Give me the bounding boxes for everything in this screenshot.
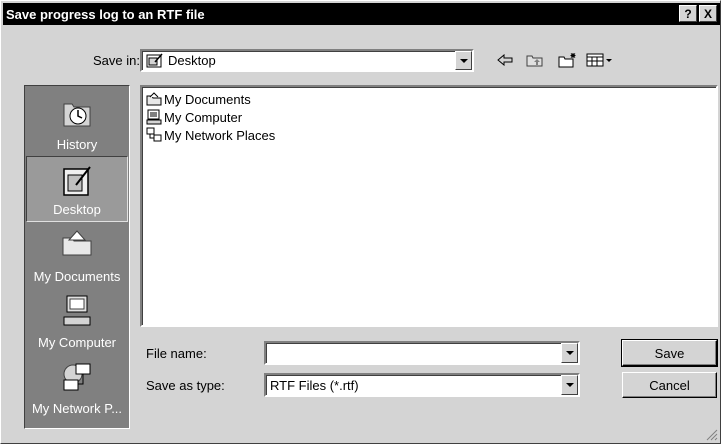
file-name-label: File name: [146, 346, 207, 361]
help-button[interactable]: ? [679, 5, 697, 22]
chevron-down-icon [565, 383, 574, 387]
save-as-type-label: Save as type: [146, 378, 225, 393]
file-list[interactable]: My Documents My Computer My Network Plac… [140, 85, 718, 327]
save-dialog: Save progress log to an RTF file ? X Sav… [0, 0, 721, 444]
places-bar: History Desktop My Documents My Computer… [24, 85, 130, 429]
new-folder-icon[interactable] [557, 51, 579, 69]
list-item[interactable]: My Documents [146, 91, 251, 107]
place-label: Desktop [53, 202, 101, 217]
save-in-dropdown-button[interactable] [455, 51, 472, 70]
save-in-label: Save in: [93, 53, 140, 68]
cancel-button[interactable]: Cancel [622, 372, 717, 398]
file-name-dropdown-button[interactable] [561, 343, 578, 363]
title-bar[interactable]: Save progress log to an RTF file ? X [3, 3, 720, 25]
save-as-type-value: RTF Files (*.rtf) [270, 377, 359, 393]
place-history[interactable]: History [26, 90, 128, 156]
history-icon [60, 96, 94, 133]
save-in-value: Desktop [168, 53, 216, 68]
desktop-icon [60, 163, 94, 202]
list-item[interactable]: My Computer [146, 109, 242, 125]
network-icon [146, 127, 162, 143]
save-as-type-combo[interactable]: RTF Files (*.rtf) [264, 373, 580, 397]
network-places-icon [60, 360, 94, 397]
save-button[interactable]: Save [621, 339, 718, 367]
place-label: My Network P... [31, 401, 123, 416]
file-name-text: My Documents [164, 91, 251, 107]
file-name-text: My Computer [164, 109, 243, 125]
file-name-text: My Network Places [164, 127, 276, 143]
save-in-combo[interactable]: Desktop [140, 49, 474, 72]
computer-icon [146, 109, 162, 125]
close-button[interactable]: X [699, 5, 717, 22]
chevron-down-icon [459, 58, 468, 63]
save-as-type-dropdown-button[interactable] [561, 375, 578, 395]
dialog-title: Save progress log to an RTF file [6, 6, 205, 22]
list-item[interactable]: My Network Places [146, 127, 275, 143]
folder-icon [146, 91, 162, 107]
my-computer-icon [60, 294, 94, 331]
place-my-computer[interactable]: My Computer [26, 288, 128, 354]
back-arrow-icon[interactable] [495, 51, 515, 69]
view-menu-icon[interactable] [585, 51, 615, 69]
chevron-down-icon [565, 351, 574, 355]
resize-grip-icon[interactable] [706, 429, 718, 441]
my-documents-icon [60, 228, 94, 261]
place-network-places[interactable]: My Network P... [26, 354, 128, 420]
place-desktop[interactable]: Desktop [26, 156, 128, 222]
up-folder-icon[interactable] [525, 51, 545, 69]
file-name-combo[interactable] [264, 341, 580, 365]
place-label: My Computer [37, 335, 117, 350]
place-label: History [56, 137, 98, 152]
desktop-icon [146, 53, 164, 69]
place-my-documents[interactable]: My Documents [26, 222, 128, 288]
place-label: My Documents [33, 269, 121, 284]
